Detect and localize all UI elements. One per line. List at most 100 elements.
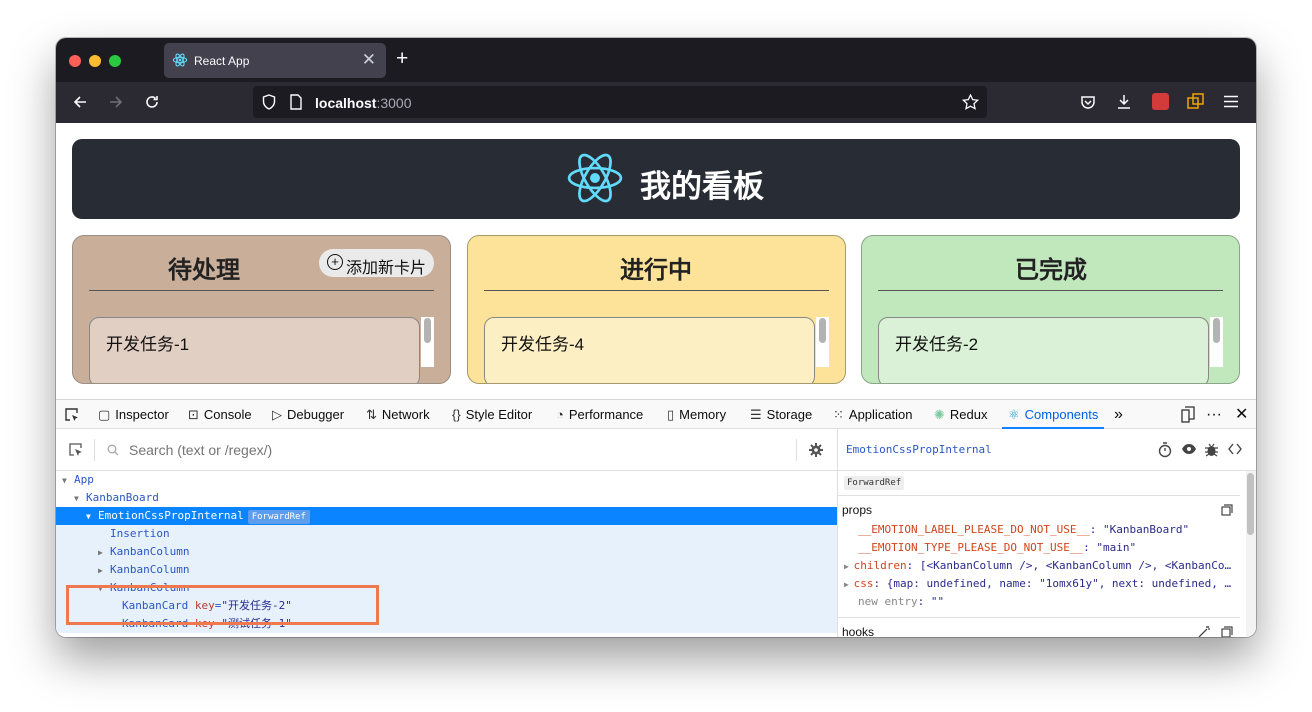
browser-tab[interactable]: React App ✕ xyxy=(164,43,386,78)
page-title: 我的看板 xyxy=(640,169,764,204)
selected-component-name: EmotionCssPropInternal xyxy=(846,443,992,456)
kanban-card[interactable]: 开发任务-1 xyxy=(89,317,420,383)
divider xyxy=(89,290,434,291)
close-devtools-icon[interactable]: ✕ xyxy=(1235,400,1248,429)
address-bar[interactable]: localhost:3000 xyxy=(253,86,987,118)
page-content: 我的看板 待处理 + 添加新卡片 开发任务-1 进行中 开发任务-4 已完成 开… xyxy=(56,123,1256,399)
more-options-icon[interactable]: ··· xyxy=(1206,400,1222,429)
more-tabs-chevron-icon[interactable]: » xyxy=(1114,400,1123,429)
column-scrollbar[interactable] xyxy=(421,317,434,367)
prop-row[interactable]: __EMOTION_LABEL_PLEASE_DO_NOT_USE__: "Ka… xyxy=(844,523,1240,536)
back-arrow-icon[interactable] xyxy=(72,94,88,110)
minimize-window-button[interactable] xyxy=(89,55,101,67)
card-title: 开发任务-1 xyxy=(106,335,190,354)
column-title: 待处理 xyxy=(168,257,240,284)
kanban-card[interactable]: 开发任务-4 xyxy=(484,317,815,383)
kanban-column-done: 已完成 开发任务-2 xyxy=(861,235,1240,384)
component-search-bar xyxy=(56,429,837,471)
card-title: 开发任务-2 xyxy=(895,335,979,354)
tree-row-insertion[interactable]: Insertion xyxy=(56,525,837,543)
bug-icon[interactable] xyxy=(1205,442,1218,458)
forwardref-badge: ForwardRef xyxy=(844,476,905,490)
divider xyxy=(878,290,1223,291)
new-tab-button[interactable]: + xyxy=(396,47,408,71)
tab-memory[interactable]: ▯ Memory xyxy=(667,400,726,429)
react-logo-icon xyxy=(172,53,188,67)
search-input[interactable] xyxy=(129,442,729,458)
tab-application[interactable]: ⁙ Application xyxy=(833,400,913,429)
prop-row[interactable]: ▶ css: {map: undefined, name: "1omx61y",… xyxy=(844,577,1240,590)
navigation-toolbar: localhost:3000 xyxy=(56,82,1256,123)
plus-circle-icon: + xyxy=(327,254,343,270)
column-scrollbar[interactable] xyxy=(816,317,829,367)
inspector-scrollbar-track[interactable] xyxy=(1246,471,1256,637)
prop-row[interactable]: ▶ children: [<KanbanColumn />, <KanbanCo… xyxy=(844,559,1240,572)
new-prop-entry[interactable]: new entry: "" xyxy=(844,595,1240,608)
highlight-annotation-box xyxy=(66,585,379,625)
tab-style-editor[interactable]: {} Style Editor xyxy=(452,400,532,429)
separator xyxy=(94,439,95,461)
divider xyxy=(838,495,1240,496)
react-logo-icon xyxy=(567,153,623,203)
pocket-icon[interactable] xyxy=(1080,95,1096,110)
add-card-label: 添加新卡片 xyxy=(346,260,427,277)
extension-multi-icon[interactable] xyxy=(1187,93,1204,110)
reload-icon[interactable] xyxy=(144,94,160,110)
tab-debugger[interactable]: ▷ Debugger xyxy=(272,400,344,429)
select-element-icon[interactable] xyxy=(68,442,84,458)
dock-side-icon[interactable] xyxy=(1181,406,1195,423)
separator xyxy=(796,439,797,461)
element-picker-icon[interactable] xyxy=(64,407,80,423)
column-title: 进行中 xyxy=(620,257,692,284)
extension-icon[interactable] xyxy=(1152,93,1169,110)
downloads-icon[interactable] xyxy=(1116,94,1132,110)
column-scrollbar[interactable] xyxy=(1210,317,1223,367)
tab-network[interactable]: ⇅ Network xyxy=(366,400,430,429)
inspector-header: EmotionCssPropInternal xyxy=(838,429,1256,471)
column-title: 已完成 xyxy=(1015,257,1087,284)
bookmark-star-icon[interactable] xyxy=(962,94,979,110)
url-text: localhost:3000 xyxy=(315,95,412,111)
copy-icon[interactable] xyxy=(1221,504,1233,516)
tab-title: React App xyxy=(194,54,250,68)
tab-performance[interactable]: ◔ Performance xyxy=(556,400,643,429)
browser-window: React App ✕ + localhost:3000 我的看板 待处理 + … xyxy=(56,38,1256,637)
magic-wand-icon[interactable] xyxy=(1198,625,1211,637)
divider xyxy=(484,290,829,291)
tree-row-kanbancolumn[interactable]: ▶ KanbanColumn xyxy=(56,561,837,579)
stopwatch-icon[interactable] xyxy=(1158,442,1172,458)
tree-row-selected[interactable]: ▼ EmotionCssPropInternal ForwardRef xyxy=(56,507,837,525)
app-header: 我的看板 xyxy=(72,139,1240,219)
tab-console[interactable]: ⊡ Console xyxy=(188,400,252,429)
page-icon[interactable] xyxy=(289,94,303,110)
tab-storage[interactable]: ☰ Storage xyxy=(750,400,812,429)
tree-row-kanbanboard[interactable]: ▼ KanbanBoard xyxy=(56,489,837,507)
tab-redux[interactable]: ✺ Redux xyxy=(934,400,987,429)
prop-row[interactable]: __EMOTION_TYPE_PLEASE_DO_NOT_USE__: "mai… xyxy=(844,541,1240,554)
settings-gear-icon[interactable] xyxy=(808,442,824,458)
tree-row-app[interactable]: ▼ App xyxy=(56,471,837,489)
tab-components[interactable]: ⚛ Components xyxy=(1002,400,1105,429)
add-card-button[interactable]: + 添加新卡片 xyxy=(319,249,434,277)
shield-icon[interactable] xyxy=(262,94,276,110)
card-title: 开发任务-4 xyxy=(501,335,585,354)
search-icon xyxy=(107,444,119,456)
hooks-section-label: hooks xyxy=(842,625,875,637)
kanban-column-todo: 待处理 + 添加新卡片 开发任务-1 xyxy=(72,235,451,384)
zoom-window-button[interactable] xyxy=(109,55,121,67)
close-window-button[interactable] xyxy=(69,55,81,67)
inspector-scrollbar-thumb[interactable] xyxy=(1247,473,1254,535)
kanban-card[interactable]: 开发任务-2 xyxy=(878,317,1209,383)
tree-row-kanbancolumn[interactable]: ▶ KanbanColumn xyxy=(56,543,837,561)
forward-arrow-icon[interactable] xyxy=(108,94,124,110)
copy-icon[interactable] xyxy=(1221,626,1233,637)
component-tree-panel: ▼App ▼KanbanBoard ▼EmotionCssPropInterna… xyxy=(56,429,837,637)
eye-icon[interactable] xyxy=(1181,443,1197,455)
view-source-icon[interactable] xyxy=(1228,443,1242,455)
tab-inspector[interactable]: ▢ Inspector xyxy=(98,400,169,429)
hamburger-menu-icon[interactable] xyxy=(1224,95,1238,108)
devtools-toolbar: ▢ Inspector ⊡ Console ▷ Debugger ⇅ Network {… xyxy=(56,399,1256,429)
props-inspector-panel: EmotionCssPropInternal ForwardRef props … xyxy=(837,429,1256,637)
kanban-column-doing: 进行中 开发任务-4 xyxy=(467,235,846,384)
tab-close-icon[interactable]: ✕ xyxy=(362,50,376,70)
